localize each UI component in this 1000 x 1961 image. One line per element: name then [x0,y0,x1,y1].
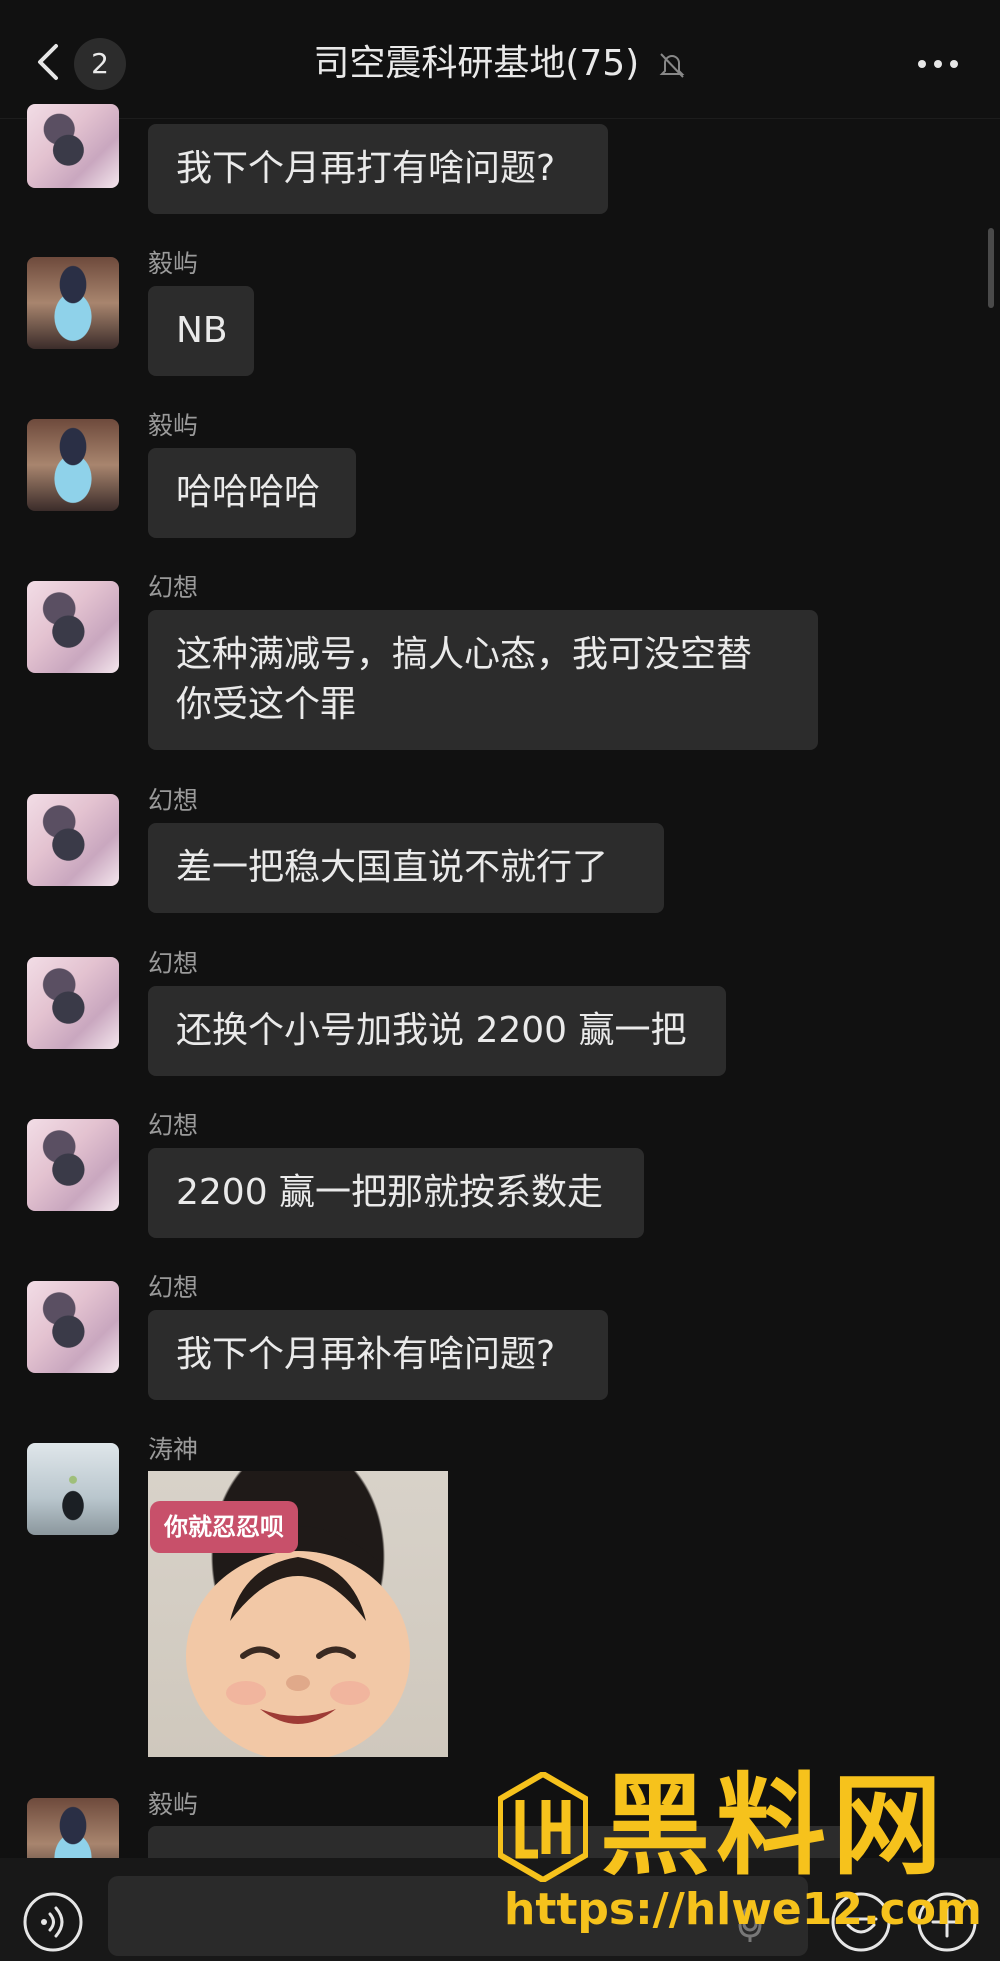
scrollbar[interactable] [988,228,994,308]
voice-icon[interactable] [22,1891,84,1953]
bell-off-icon [659,53,685,78]
message-bubble[interactable]: 2200 赢一把那就按系数走 [148,1148,644,1238]
watermark-title: 黑料网 [600,1762,948,1890]
message-bubble[interactable]: 我下个月再补有啥问题? [148,1310,608,1400]
avatar[interactable] [27,957,119,1049]
avatar[interactable] [27,1119,119,1211]
sender-name: 毅屿 [148,411,199,440]
avatar[interactable] [27,581,119,673]
watermark-url: https://hlwe12.com [504,1884,982,1935]
avatar[interactable] [27,1281,119,1373]
message-bubble[interactable]: 我下个月再打有啥问题? [148,124,608,214]
avatar[interactable] [27,257,119,349]
message-bubble[interactable]: 这种满减号，搞人心态，我可没空替 你受这个罪 [148,610,818,750]
sticker-caption: 你就忍忍呗 [150,1501,298,1553]
sticker-image[interactable]: 你就忍忍呗 [148,1471,448,1757]
chat-title-text: 司空震科研基地(75) [313,43,640,84]
message-bubble[interactable]: 还换个小号加我说 2200 赢一把 [148,986,726,1076]
message-bubble[interactable]: 差一把稳大国直说不就行了 [148,823,664,913]
message-bubble[interactable]: 哈哈哈哈 [148,448,356,538]
chat-header: 2 司空震科研基地(75) [0,0,1000,119]
avatar[interactable] [27,104,119,188]
sender-name: 幻想 [148,786,199,815]
message-bubble[interactable]: NB [148,286,254,376]
watermark-logo-icon [498,1772,588,1882]
sender-name: 毅屿 [148,1790,199,1819]
sender-name: 幻想 [148,1111,199,1140]
sender-name: 幻想 [148,949,199,978]
sender-name: 幻想 [148,573,199,602]
sender-name: 幻想 [148,1273,199,1302]
avatar[interactable] [27,1443,119,1535]
more-dots-icon[interactable] [916,58,960,70]
sender-name: 毅屿 [148,249,199,278]
sender-name: 涛神 [148,1435,199,1464]
chat-title[interactable]: 司空震科研基地(75) [0,38,1000,90]
avatar[interactable] [27,419,119,511]
avatar[interactable] [27,794,119,886]
